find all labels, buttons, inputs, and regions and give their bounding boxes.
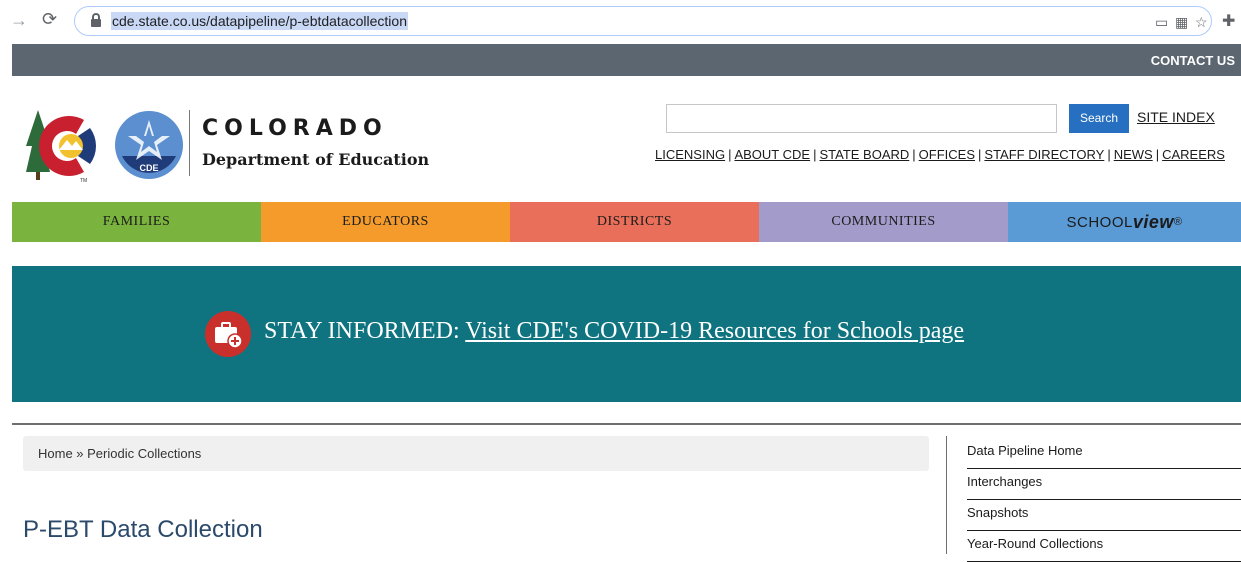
schoolview-word-view: view <box>1132 211 1174 232</box>
sidebar-item-snapshots[interactable]: Snapshots <box>967 500 1241 531</box>
nav-families[interactable]: FAMILIES <box>12 202 261 242</box>
org-name[interactable]: COLORADO <box>202 116 388 141</box>
content-divider <box>12 423 1241 425</box>
covid-resources-link[interactable]: Visit CDE's COVID-19 Resources for Schoo… <box>465 318 964 344</box>
colorado-c-logo[interactable]: TM <box>26 106 112 184</box>
cast-icon[interactable]: ▭ <box>1155 14 1168 31</box>
forward-icon[interactable]: → <box>10 10 28 31</box>
banner-text: STAY INFORMED: Visit CDE's COVID-19 Reso… <box>264 318 964 345</box>
state-board-link[interactable]: STATE BOARD <box>819 147 909 162</box>
search-input[interactable] <box>666 104 1057 133</box>
schoolview-registered-mark: ® <box>1173 216 1183 228</box>
sidebar-divider <box>946 436 947 554</box>
licensing-link[interactable]: LICENSING <box>655 147 725 162</box>
nav-schoolview[interactable]: SCHOOL view ® <box>1008 202 1241 242</box>
main-nav: FAMILIES EDUCATORS DISTRICTS COMMUNITIES… <box>12 202 1241 242</box>
schoolview-word-school: SCHOOL <box>1066 213 1133 231</box>
nav-communities[interactable]: COMMUNITIES <box>759 202 1008 242</box>
breadcrumb-text[interactable]: Home » Periodic Collections <box>38 446 201 461</box>
bookmark-star-icon[interactable]: ☆ <box>1195 14 1208 31</box>
contact-us-link[interactable]: CONTACT US <box>1151 53 1235 68</box>
sidebar-nav: Data Pipeline Home Interchanges Snapshot… <box>967 438 1241 562</box>
cde-badge-text: CDE <box>139 163 158 173</box>
org-department[interactable]: Department of Education <box>202 150 429 169</box>
first-aid-kit-icon <box>205 311 251 357</box>
qr-icon[interactable]: ▦ <box>1175 14 1188 31</box>
site-index-link[interactable]: SITE INDEX <box>1137 109 1215 125</box>
extensions-icon[interactable]: ✚ <box>1222 11 1235 31</box>
utility-nav: LICENSING | ABOUT CDE | STATE BOARD | OFFICES |… <box>655 147 1225 162</box>
lock-icon[interactable] <box>91 13 101 27</box>
web-page: CONTACT US TM CDE COLORADO Department of… <box>12 44 1241 562</box>
search-button[interactable]: Search <box>1069 104 1129 133</box>
logo-divider <box>189 110 190 176</box>
nav-districts[interactable]: DISTRICTS <box>510 202 759 242</box>
browser-toolbar: → ⟳ cde.state.co.us/datapipeline/p-ebtda… <box>0 0 1241 44</box>
covid-banner: STAY INFORMED: Visit CDE's COVID-19 Reso… <box>12 266 1241 402</box>
careers-link[interactable]: CAREERS <box>1162 147 1225 162</box>
reload-icon[interactable]: ⟳ <box>42 9 57 30</box>
offices-link[interactable]: OFFICES <box>919 147 975 162</box>
top-utility-bar: CONTACT US <box>12 44 1241 76</box>
nav-educators[interactable]: EDUCATORS <box>261 202 510 242</box>
url-text[interactable]: cde.state.co.us/datapipeline/p-ebtdataco… <box>111 12 408 30</box>
banner-prefix: STAY INFORMED: <box>264 318 466 344</box>
news-link[interactable]: NEWS <box>1114 147 1153 162</box>
breadcrumb: Home » Periodic Collections <box>23 436 929 471</box>
staff-directory-link[interactable]: STAFF DIRECTORY <box>984 147 1104 162</box>
page-title: P-EBT Data Collection <box>23 516 263 543</box>
cde-seal-logo[interactable]: CDE <box>114 110 184 180</box>
sidebar-item-interchanges[interactable]: Interchanges <box>967 469 1241 500</box>
address-bar[interactable]: cde.state.co.us/datapipeline/p-ebtdataco… <box>74 6 1212 36</box>
sidebar-item-year-round-collections[interactable]: Year-Round Collections <box>967 531 1241 562</box>
svg-text:TM: TM <box>80 178 87 184</box>
about-cde-link[interactable]: ABOUT CDE <box>734 147 810 162</box>
sidebar-item-data-pipeline-home[interactable]: Data Pipeline Home <box>967 438 1241 469</box>
